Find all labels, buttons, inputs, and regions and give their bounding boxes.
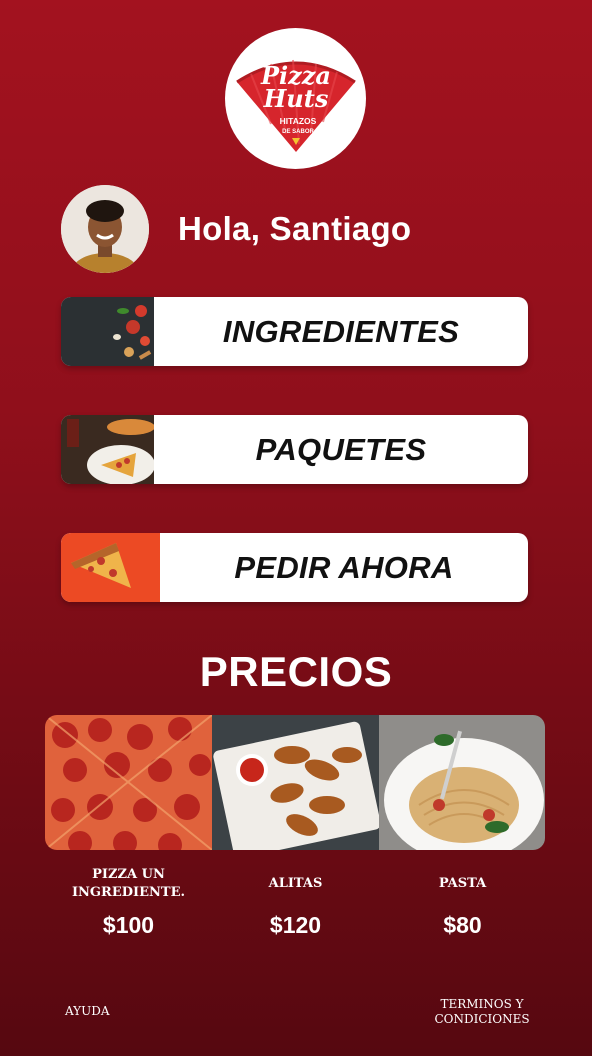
chicken-wings-photo[interactable] bbox=[212, 715, 381, 850]
terms-link[interactable]: TERMINOS Y CONDICIONES bbox=[432, 997, 532, 1027]
pepperoni-pizza-photo[interactable] bbox=[45, 715, 213, 850]
brand-logo: Pizza Huts HITAZOS DE SABOR bbox=[225, 28, 366, 169]
price-item-alitas: ALITAS $120 bbox=[212, 864, 379, 939]
user-greeting: Hola, Santiago bbox=[61, 185, 411, 273]
pedir-ahora-label: PEDIR AHORA bbox=[234, 549, 454, 585]
price-item-value: $80 bbox=[443, 912, 482, 938]
pasta-photo[interactable] bbox=[379, 715, 545, 850]
price-item-pizza: PIZZA UN INGREDIENTE. $100 bbox=[45, 864, 212, 939]
svg-text:HITAZOS: HITAZOS bbox=[279, 116, 316, 126]
price-item-pasta: PASTA $80 bbox=[379, 864, 546, 939]
pedir-ahora-button[interactable]: PEDIR AHORA bbox=[61, 533, 528, 602]
svg-text:Huts: Huts bbox=[262, 84, 328, 113]
prices-title: PRECIOS bbox=[199, 648, 393, 695]
price-item-value: $120 bbox=[269, 912, 322, 938]
ingredientes-button[interactable]: INGREDIENTES bbox=[61, 297, 528, 366]
ingredientes-label: INGREDIENTES bbox=[222, 313, 460, 349]
help-link[interactable]: AYUDA bbox=[65, 1004, 110, 1019]
paquetes-button[interactable]: PAQUETES bbox=[61, 415, 528, 484]
greeting-text: Hola, Santiago bbox=[178, 210, 412, 247]
svg-text:DE SABOR: DE SABOR bbox=[282, 129, 314, 135]
paquetes-label: PAQUETES bbox=[255, 431, 427, 467]
avatar[interactable] bbox=[61, 185, 149, 273]
pizza-slice-photo bbox=[61, 533, 160, 602]
price-item-name: ALITAS bbox=[268, 876, 323, 891]
prices-image-strip bbox=[45, 715, 545, 850]
pizza-slice-logo-icon: Pizza Huts HITAZOS DE SABOR bbox=[235, 59, 356, 152]
price-item-value: $100 bbox=[102, 912, 155, 938]
packages-photo bbox=[61, 415, 155, 484]
ingredients-photo bbox=[61, 297, 154, 366]
price-item-name: PIZZA UN INGREDIENTE. bbox=[71, 867, 186, 900]
price-item-name: PASTA bbox=[438, 876, 487, 891]
